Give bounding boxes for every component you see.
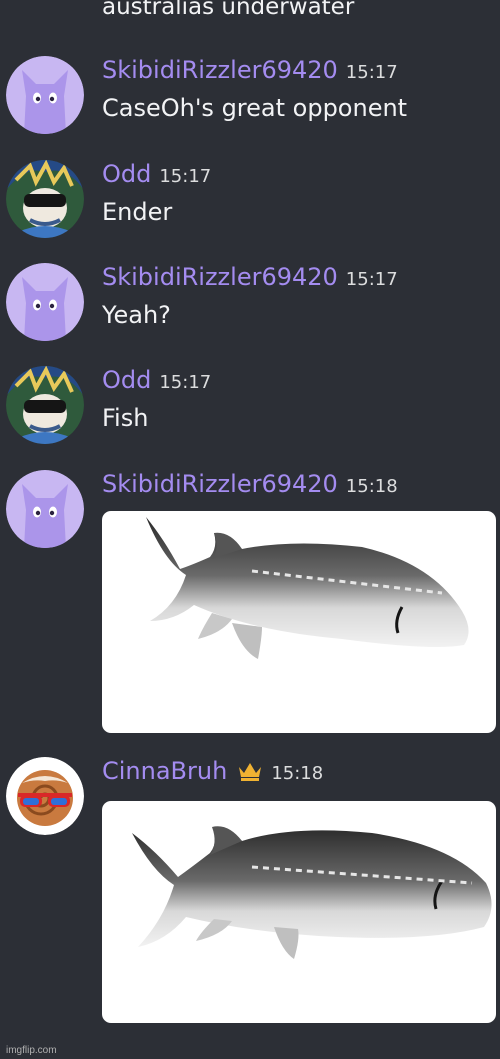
username[interactable]: SkibidiRizzler69420 [102,263,338,291]
purple-cat-avatar-icon[interactable] [6,56,84,134]
timestamp: 15:17 [345,62,398,83]
username[interactable]: CinnaBruh [102,757,227,785]
cartoon-sunglasses-avatar-icon[interactable] [6,160,84,238]
cartoon-sunglasses-avatar-icon[interactable] [6,366,84,444]
purple-cat-avatar-icon[interactable] [6,263,84,341]
purple-cat-avatar-icon[interactable] [6,470,84,548]
username[interactable]: SkibidiRizzler69420 [102,470,338,498]
timestamp: 15:17 [345,269,398,290]
message-text: Fish [102,404,149,432]
timestamp: 15:17 [159,166,212,187]
fish-image-attachment[interactable] [102,511,496,733]
username[interactable]: SkibidiRizzler69420 [102,56,338,84]
timestamp: 15:18 [345,476,398,497]
message-text: Ender [102,198,173,226]
timestamp: 15:18 [271,763,324,784]
message-text: CaseOh's great opponent [102,94,408,122]
message-text: Yeah? [102,301,171,329]
watermark: imgflip.com [6,1045,57,1056]
crown-icon [237,761,263,781]
fish-image [146,517,469,659]
fish-image-attachment[interactable] [102,801,496,1023]
timestamp: 15:17 [159,372,212,393]
previous-message-text: australias underwater [102,0,355,20]
username[interactable]: Odd [102,160,151,188]
username[interactable]: Odd [102,366,151,394]
cinnamon-roll-sunglasses-avatar-icon[interactable] [6,757,84,835]
fish-image [132,826,492,959]
